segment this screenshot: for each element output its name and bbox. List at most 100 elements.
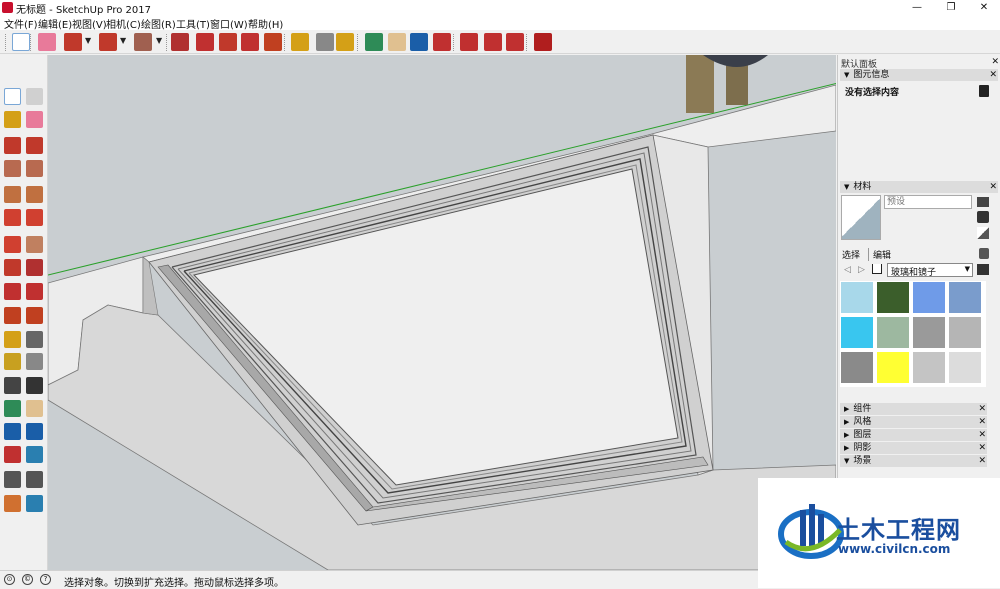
make-component-icon[interactable] (26, 88, 43, 105)
tray-close-icon[interactable]: ✕ (991, 56, 999, 68)
geo-location-icon[interactable]: ⊙ (4, 574, 15, 585)
scale-icon[interactable] (264, 33, 282, 51)
close-button[interactable]: ✕ (970, 0, 998, 15)
eyedropper-icon[interactable] (979, 248, 989, 259)
line-icon[interactable] (4, 137, 21, 154)
pencil-line-icon[interactable] (64, 33, 82, 51)
material-swatch[interactable] (876, 316, 910, 349)
axes-icon[interactable] (4, 377, 21, 394)
zoom-extents-icon[interactable] (433, 33, 451, 51)
rectangle-icon[interactable] (4, 160, 21, 177)
dimension-icon[interactable] (26, 331, 43, 348)
help-icon[interactable]: ? (40, 574, 51, 585)
move-icon[interactable] (4, 259, 21, 276)
tray-section-2[interactable]: ▶ 图层 ✕ (840, 429, 987, 441)
details-arrow-icon[interactable] (977, 264, 989, 275)
arc-icon[interactable] (99, 33, 117, 51)
create-material-icon[interactable] (977, 211, 989, 223)
follow-me-icon[interactable] (196, 33, 214, 51)
text-icon[interactable] (26, 353, 43, 370)
orbit-icon[interactable] (4, 400, 21, 417)
materials-close-icon[interactable]: ✕ (989, 181, 997, 193)
tray-section-3[interactable]: ▶ 阴影 ✕ (840, 442, 987, 454)
material-name-field[interactable] (884, 195, 972, 209)
move-icon[interactable] (219, 33, 237, 51)
send-to-layout-icon[interactable] (506, 33, 524, 51)
section-display-icon[interactable] (26, 495, 43, 512)
tab-edit[interactable]: 编辑 (868, 248, 891, 261)
entity-info-close-icon[interactable]: ✕ (989, 69, 997, 81)
entity-info-header[interactable]: ▼ 图元信息 ✕ (840, 69, 998, 81)
material-swatch[interactable] (876, 351, 910, 384)
select-icon[interactable] (4, 88, 21, 105)
pan-icon[interactable] (26, 400, 43, 417)
menu-tools[interactable]: 工具(T) (176, 16, 210, 31)
zoom-icon[interactable] (4, 423, 21, 440)
zoom-extents-icon[interactable] (4, 446, 21, 463)
tab-select[interactable]: 选择 (842, 248, 860, 261)
material-swatch[interactable] (912, 351, 946, 384)
rotate-icon[interactable] (241, 33, 259, 51)
extension-warehouse-icon[interactable] (484, 33, 502, 51)
lock-icon[interactable] (979, 85, 989, 97)
pie-icon[interactable] (26, 236, 43, 253)
menu-file[interactable]: 文件(F) (4, 16, 38, 31)
zoom-icon[interactable] (410, 33, 428, 51)
material-swatch[interactable] (876, 281, 910, 314)
home-icon[interactable] (872, 264, 882, 274)
eraser-icon[interactable] (26, 111, 43, 128)
tape-measure-icon[interactable] (291, 33, 309, 51)
polygon-icon[interactable] (26, 186, 43, 203)
push-pull-icon[interactable] (26, 259, 43, 276)
push-pull-icon[interactable] (171, 33, 189, 51)
menu-view[interactable]: 视图(V) (72, 16, 107, 31)
close-icon[interactable]: ✕ (978, 403, 986, 415)
close-icon[interactable]: ✕ (978, 416, 986, 428)
follow-me-icon[interactable] (26, 283, 43, 300)
toolbar-grip[interactable] (5, 34, 8, 51)
minimize-button[interactable]: — (903, 0, 931, 15)
3d-text-icon[interactable] (26, 377, 43, 394)
forward-arrow-icon[interactable]: ▷ (858, 265, 865, 275)
material-collection-select[interactable]: 玻璃和镜子 ▼ (887, 263, 973, 278)
paint-bucket-icon[interactable] (336, 33, 354, 51)
warehouse-icon[interactable] (460, 33, 478, 51)
material-swatch[interactable] (840, 316, 874, 349)
material-swatch[interactable] (840, 351, 874, 384)
orbit-icon[interactable] (365, 33, 383, 51)
close-icon[interactable]: ✕ (978, 429, 986, 441)
eraser-icon[interactable] (38, 33, 56, 51)
material-swatch[interactable] (948, 281, 982, 314)
default-material-icon[interactable] (977, 227, 989, 239)
tray-section-1[interactable]: ▶ 风格 ✕ (840, 416, 987, 428)
material-swatch[interactable] (912, 316, 946, 349)
dropdown-arrow-icon[interactable]: ▼ (156, 36, 162, 45)
materials-header[interactable]: ▼ 材料 ✕ (840, 181, 998, 193)
protractor-icon[interactable] (4, 353, 21, 370)
maximize-button[interactable]: ❐ (937, 0, 965, 15)
menu-help[interactable]: 帮助(H) (248, 16, 283, 31)
material-swatch[interactable] (912, 281, 946, 314)
dropdown-arrow-icon[interactable]: ▼ (85, 36, 91, 45)
menu-edit[interactable]: 编辑(E) (38, 16, 72, 31)
rotated-rectangle-icon[interactable] (26, 160, 43, 177)
paint-bucket-icon[interactable] (4, 111, 21, 128)
three-point-arc-icon[interactable] (4, 236, 21, 253)
pan-hand-icon[interactable] (388, 33, 406, 51)
select-arrow-icon[interactable] (12, 33, 30, 51)
back-arrow-icon[interactable]: ◁ (844, 265, 851, 275)
arc-icon[interactable] (4, 209, 21, 226)
drawing-viewport[interactable] (48, 55, 836, 570)
material-swatch[interactable] (948, 351, 982, 384)
walk-icon[interactable] (4, 471, 21, 488)
credits-icon[interactable]: © (22, 574, 33, 585)
menu-draw[interactable]: 绘图(R) (141, 16, 176, 31)
rotate-icon[interactable] (4, 283, 21, 300)
scale-icon[interactable] (4, 307, 21, 324)
material-swatch[interactable] (840, 281, 874, 314)
text-label-icon[interactable] (316, 33, 334, 51)
position-camera-icon[interactable] (26, 446, 43, 463)
menu-window[interactable]: 窗口(W) (210, 16, 248, 31)
two-point-arc-icon[interactable] (26, 209, 43, 226)
tray-section-4[interactable]: ▼ 场景 ✕ (840, 455, 987, 467)
